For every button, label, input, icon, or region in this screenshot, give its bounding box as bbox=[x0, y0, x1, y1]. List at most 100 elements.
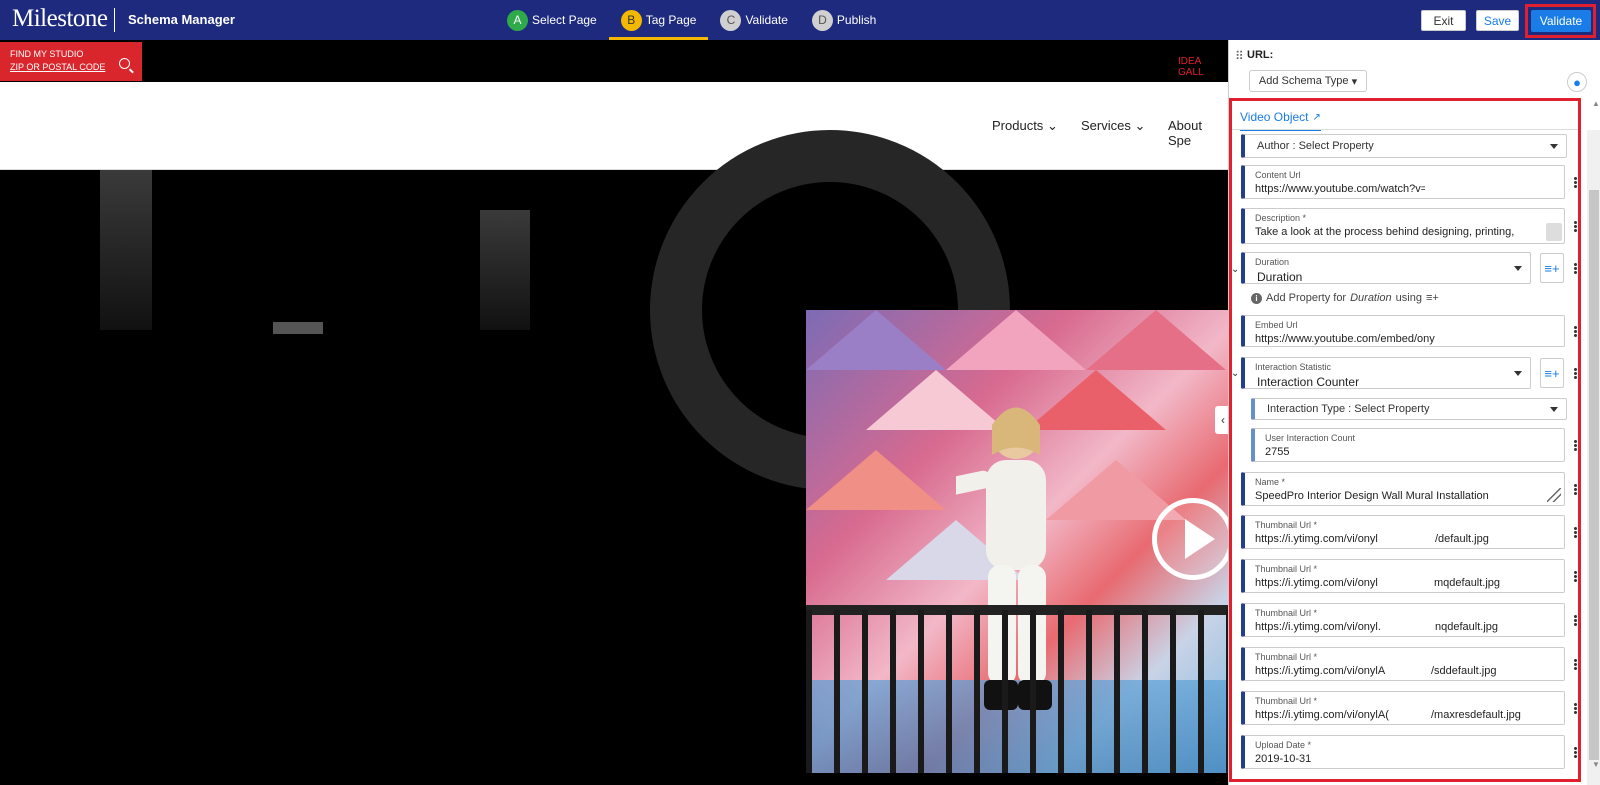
embed-url-field[interactable]: Embed Url https://www.youtube.com/embed/… bbox=[1241, 315, 1565, 347]
tab-label: Video Object bbox=[1240, 110, 1309, 124]
resize-handle-icon[interactable] bbox=[1546, 223, 1562, 241]
hint-prefix: Add Property for bbox=[1266, 292, 1347, 304]
field-label: Content Url bbox=[1255, 170, 1301, 180]
nav-services[interactable]: Services ⌄ bbox=[1081, 118, 1145, 134]
video-player[interactable] bbox=[806, 310, 1228, 773]
duration-select[interactable]: Duration Duration bbox=[1241, 252, 1531, 284]
more-options-icon[interactable] bbox=[1574, 614, 1577, 627]
thumbnail-url-field[interactable]: Thumbnail Url * https://i.ytimg.com/vi/o… bbox=[1241, 691, 1565, 725]
field-value[interactable]: 2755 bbox=[1265, 446, 1289, 458]
zip-postal-link[interactable]: ZIP OR POSTAL CODE bbox=[10, 61, 132, 74]
more-options-icon[interactable] bbox=[1574, 367, 1577, 380]
lightbulb-icon[interactable]: ● bbox=[1567, 72, 1587, 92]
wizard-steps: A Select Page B Tag Page C Validate D Pu… bbox=[495, 0, 888, 40]
thumbnail-url-field[interactable]: Thumbnail Url * https://i.ytimg.com/vi/o… bbox=[1241, 647, 1565, 681]
more-options-icon[interactable] bbox=[1574, 702, 1577, 715]
field-label: Interaction Statistic bbox=[1255, 362, 1332, 372]
field-label: Name * bbox=[1255, 477, 1286, 487]
scroll-thumb[interactable] bbox=[1589, 190, 1599, 760]
collapse-panel-button[interactable]: ‹ bbox=[1215, 406, 1228, 434]
scroll-up-arrow[interactable]: ▲ bbox=[1592, 99, 1600, 108]
more-options-icon[interactable] bbox=[1574, 526, 1577, 539]
field-value-end: /sddefault.jpg bbox=[1431, 665, 1497, 677]
field-value[interactable]: 2019-10-31 bbox=[1255, 753, 1311, 765]
step-tag-page[interactable]: B Tag Page bbox=[608, 0, 709, 40]
field-value[interactable]: https://i.ytimg.com/vi/onylA( bbox=[1255, 709, 1389, 721]
name-field[interactable]: Name * SpeedPro Interior Design Wall Mur… bbox=[1241, 472, 1565, 506]
add-schema-type-button[interactable]: Add Schema Type ▾ bbox=[1249, 70, 1367, 92]
caret-down-icon bbox=[1550, 407, 1558, 412]
background-shape bbox=[273, 322, 323, 334]
field-value: Duration bbox=[1257, 270, 1303, 284]
idea-gallery-link[interactable]: IDEA GALL bbox=[1178, 56, 1228, 78]
interaction-statistic-select[interactable]: Interaction Statistic Interaction Counte… bbox=[1241, 357, 1531, 389]
description-field[interactable]: Description * Take a look at the process… bbox=[1241, 208, 1565, 244]
field-label: User Interaction Count bbox=[1265, 433, 1356, 443]
add-property-list-button[interactable]: ≡+ bbox=[1540, 253, 1564, 283]
find-studio-box[interactable]: FIND MY STUDIO ZIP OR POSTAL CODE bbox=[0, 42, 142, 81]
add-list-icon: ≡+ bbox=[1425, 292, 1439, 304]
content-url-field[interactable]: Content Url https://www.youtube.com/watc… bbox=[1241, 165, 1565, 199]
validate-button[interactable]: Validate bbox=[1531, 10, 1591, 32]
play-icon[interactable] bbox=[1152, 498, 1228, 580]
field-value[interactable]: SpeedPro Interior Design Wall Mural Inst… bbox=[1255, 490, 1489, 502]
interaction-type-select[interactable]: Interaction Type : Select Property bbox=[1251, 398, 1567, 420]
panel-scrollbar[interactable] bbox=[1587, 130, 1600, 785]
field-value[interactable]: https://i.ytimg.com/vi/onyl. bbox=[1255, 621, 1381, 633]
logo-divider bbox=[114, 8, 115, 32]
step-publish[interactable]: D Publish bbox=[800, 0, 888, 40]
step-c-badge: C bbox=[720, 9, 742, 31]
thumbnail-url-field[interactable]: Thumbnail Url * https://i.ytimg.com/vi/o… bbox=[1241, 559, 1565, 593]
site-top-strip bbox=[0, 40, 1228, 82]
step-a-badge: A bbox=[507, 9, 528, 31]
search-icon[interactable] bbox=[119, 58, 130, 69]
upload-date-field[interactable]: Upload Date * 2019-10-31 bbox=[1241, 735, 1565, 769]
field-value[interactable]: https://www.youtube.com/embed/ony bbox=[1255, 333, 1435, 345]
field-value[interactable]: https://i.ytimg.com/vi/onyl bbox=[1255, 577, 1378, 589]
field-value[interactable]: Take a look at the process behind design… bbox=[1255, 226, 1525, 238]
step-select-page[interactable]: A Select Page bbox=[495, 0, 609, 40]
chevron-down-icon[interactable]: ⌄ bbox=[1231, 264, 1239, 275]
drag-handle-icon[interactable]: ⠿ bbox=[1235, 49, 1244, 63]
tab-divider bbox=[1232, 129, 1578, 130]
field-value-end: nqdefault.jpg bbox=[1435, 621, 1498, 633]
step-validate[interactable]: C Validate bbox=[708, 0, 799, 40]
more-options-icon[interactable] bbox=[1574, 746, 1577, 759]
add-property-list-button[interactable]: ≡+ bbox=[1540, 358, 1564, 388]
field-value: Interaction Counter bbox=[1257, 375, 1360, 389]
author-select[interactable]: Author : Select Property bbox=[1241, 134, 1567, 158]
nav-products[interactable]: Products ⌄ bbox=[992, 118, 1058, 134]
field-value-end: mqdefault.jpg bbox=[1434, 577, 1501, 589]
field-label: Thumbnail Url * bbox=[1255, 696, 1318, 706]
save-button[interactable]: Save bbox=[1476, 10, 1519, 31]
chevron-left-icon: ‹ bbox=[1221, 413, 1225, 427]
field-value[interactable]: https://i.ytimg.com/vi/onylA bbox=[1255, 665, 1385, 677]
field-label: Upload Date * bbox=[1255, 740, 1312, 750]
more-options-icon[interactable] bbox=[1574, 658, 1577, 671]
thumbnail-url-field[interactable]: Thumbnail Url * https://i.ytimg.com/vi/o… bbox=[1241, 515, 1565, 549]
resize-handle-icon[interactable] bbox=[1547, 488, 1561, 502]
more-options-icon[interactable] bbox=[1574, 483, 1577, 496]
field-value-end: /maxresdefault.jpg bbox=[1431, 709, 1521, 721]
field-value[interactable]: https://i.ytimg.com/vi/onyl bbox=[1255, 533, 1378, 545]
more-options-icon[interactable] bbox=[1574, 220, 1577, 233]
more-options-icon[interactable] bbox=[1574, 570, 1577, 583]
railing bbox=[806, 610, 1228, 773]
more-options-icon[interactable] bbox=[1574, 325, 1577, 338]
more-options-icon[interactable] bbox=[1574, 262, 1577, 275]
hint-property-name: Duration bbox=[1350, 292, 1392, 304]
nav-about[interactable]: About Spe bbox=[1168, 118, 1228, 148]
nav-label: Products bbox=[992, 118, 1044, 133]
more-options-icon[interactable] bbox=[1574, 439, 1577, 452]
caret-down-icon bbox=[1550, 144, 1558, 149]
chevron-down-icon[interactable]: ⌄ bbox=[1231, 368, 1239, 379]
external-link-icon[interactable]: ↗ bbox=[1313, 112, 1321, 123]
exit-button[interactable]: Exit bbox=[1421, 10, 1466, 31]
field-value[interactable]: https://www.youtube.com/watch?v= bbox=[1255, 183, 1425, 195]
hint-suffix: using bbox=[1395, 292, 1422, 304]
thumbnail-url-field[interactable]: Thumbnail Url * https://i.ytimg.com/vi/o… bbox=[1241, 603, 1565, 637]
tab-video-object[interactable]: Video Object ↗ bbox=[1240, 110, 1321, 131]
user-interaction-count-field[interactable]: User Interaction Count 2755 bbox=[1251, 428, 1565, 462]
scroll-down-arrow[interactable]: ▼ bbox=[1592, 760, 1600, 769]
more-options-icon[interactable] bbox=[1574, 176, 1577, 189]
